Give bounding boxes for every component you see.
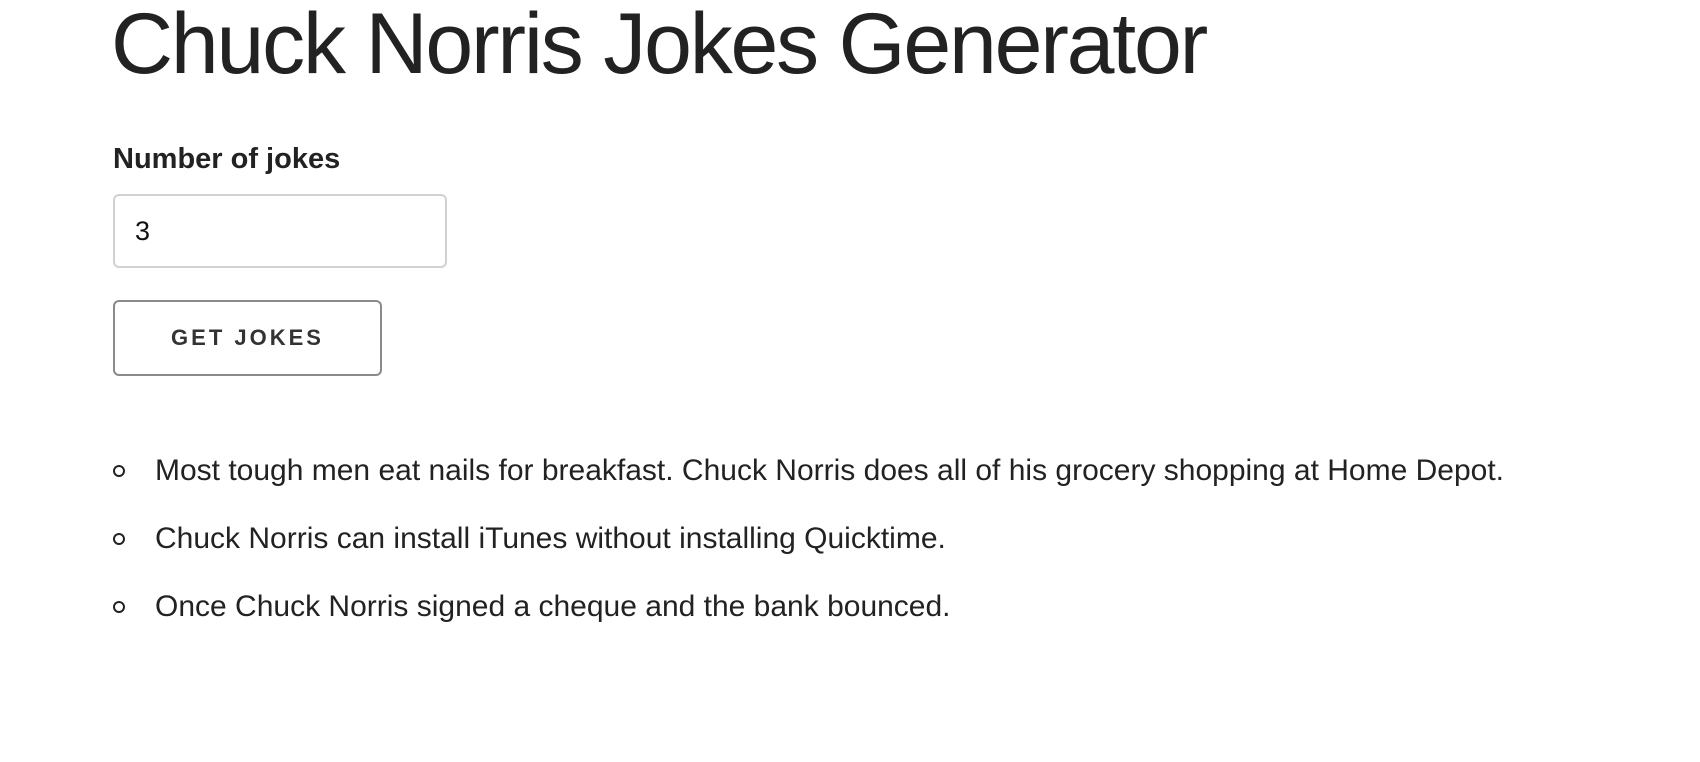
get-jokes-button[interactable]: GET JOKES xyxy=(113,300,382,376)
joke-text: Chuck Norris can install iTunes without … xyxy=(155,522,946,555)
circle-bullet-icon xyxy=(113,465,125,477)
circle-bullet-icon xyxy=(113,533,125,545)
page-title: Chuck Norris Jokes Generator xyxy=(111,0,1208,92)
joke-text: Most tough men eat nails for breakfast. … xyxy=(155,454,1504,487)
joke-text: Once Chuck Norris signed a cheque and th… xyxy=(155,590,951,623)
number-of-jokes-input[interactable] xyxy=(113,194,447,268)
joke-item: Most tough men eat nails for breakfast. … xyxy=(113,446,1504,514)
number-of-jokes-label: Number of jokes xyxy=(113,143,341,175)
circle-bullet-icon xyxy=(113,601,125,613)
joke-item: Once Chuck Norris signed a cheque and th… xyxy=(113,582,1504,650)
jokes-list: Most tough men eat nails for breakfast. … xyxy=(113,446,1504,650)
joke-item: Chuck Norris can install iTunes without … xyxy=(113,514,1504,582)
